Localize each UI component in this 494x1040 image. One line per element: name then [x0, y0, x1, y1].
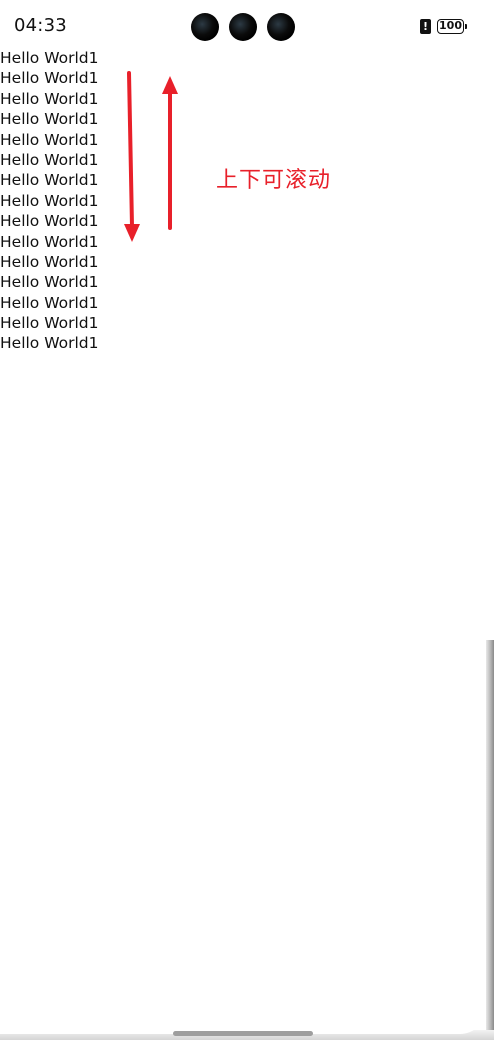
list-item: Hello World1	[0, 273, 99, 292]
list-item: Hello World1	[0, 293, 99, 312]
list-item: Hello World1	[0, 314, 99, 333]
screen: 04:33 ! 100 Hello World1 Hello World1 Hell…	[0, 0, 486, 1036]
scroll-hint-arrows	[124, 71, 178, 242]
home-indicator[interactable]	[173, 1031, 313, 1036]
arrow-down-icon	[124, 71, 140, 242]
scroll-hint-label: 上下可滚动	[216, 168, 332, 193]
arrow-up-icon	[162, 76, 178, 230]
phone-frame: 04:33 ! 100 Hello World1 Hello World1 Hell…	[0, 0, 494, 1040]
phone-bezel-right	[486, 640, 494, 1040]
list-item: Hello World1	[0, 334, 99, 353]
